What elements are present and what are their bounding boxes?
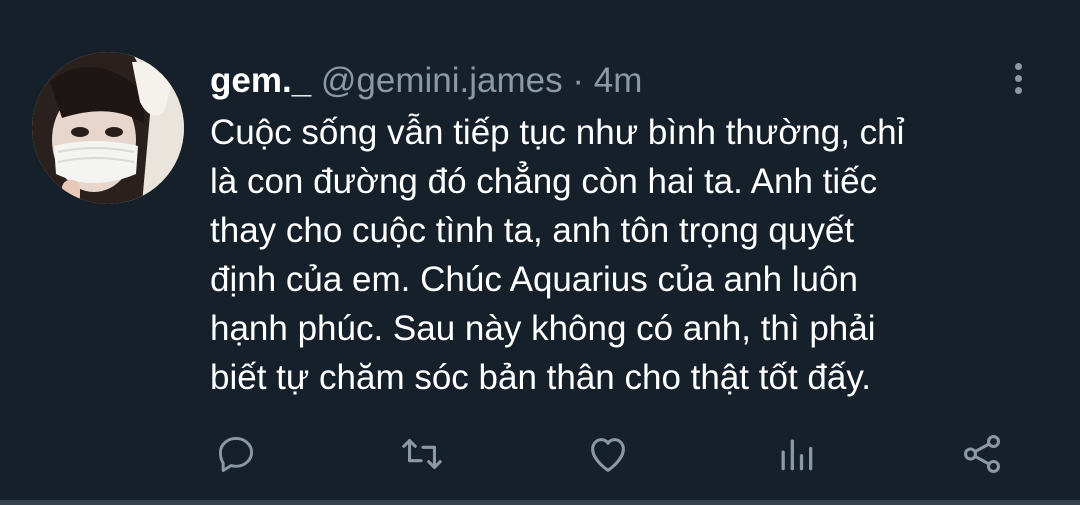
timestamp[interactable]: 4m	[594, 61, 643, 100]
header-separator: ·	[572, 61, 584, 100]
tweet-text-line: Cuộc sống vẫn tiếp tục như bình thường, …	[210, 113, 905, 152]
avatar[interactable]	[32, 52, 184, 204]
like-button[interactable]	[584, 430, 632, 478]
tweet-text: Cuộc sống vẫn tiếp tục như bình thường, …	[210, 108, 1050, 402]
analytics-button[interactable]	[772, 430, 820, 478]
tweet-text-line: hạnh phúc. Sau này không có anh, thì phả…	[210, 309, 876, 348]
reply-icon	[218, 436, 254, 472]
retweet-icon	[402, 439, 442, 469]
retweet-button[interactable]	[398, 430, 446, 478]
tweet-text-line: biết tự chăm sóc bản thân cho thật tốt đ…	[210, 358, 871, 397]
share-button[interactable]	[958, 430, 1006, 478]
reply-button[interactable]	[212, 430, 260, 478]
tweet-actions	[0, 430, 1080, 480]
avatar-photo	[32, 52, 184, 204]
user-handle[interactable]: @gemini.james	[321, 61, 563, 100]
tweet-header: gem._ @gemini.james · 4m	[210, 58, 642, 104]
tweet-text-line: định của em. Chúc Aquarius của anh luôn	[210, 260, 858, 299]
analytics-icon	[781, 439, 813, 471]
heart-icon	[591, 438, 625, 472]
more-dot	[1014, 86, 1022, 94]
more-dot	[1014, 62, 1022, 70]
more-vertical-icon[interactable]	[998, 58, 1038, 98]
share-icon	[963, 435, 1001, 473]
tweet-card[interactable]: gem._ @gemini.james · 4m Cuộc sống vẫn t…	[0, 0, 1080, 505]
tweet-text-line: thay cho cuộc tình ta, anh tôn trọng quy…	[210, 211, 855, 250]
more-dot	[1014, 74, 1022, 82]
divider	[0, 500, 1080, 505]
tweet-text-line: là con đường đó chẳng còn hai ta. Anh ti…	[210, 162, 878, 201]
display-name[interactable]: gem._	[210, 61, 311, 100]
